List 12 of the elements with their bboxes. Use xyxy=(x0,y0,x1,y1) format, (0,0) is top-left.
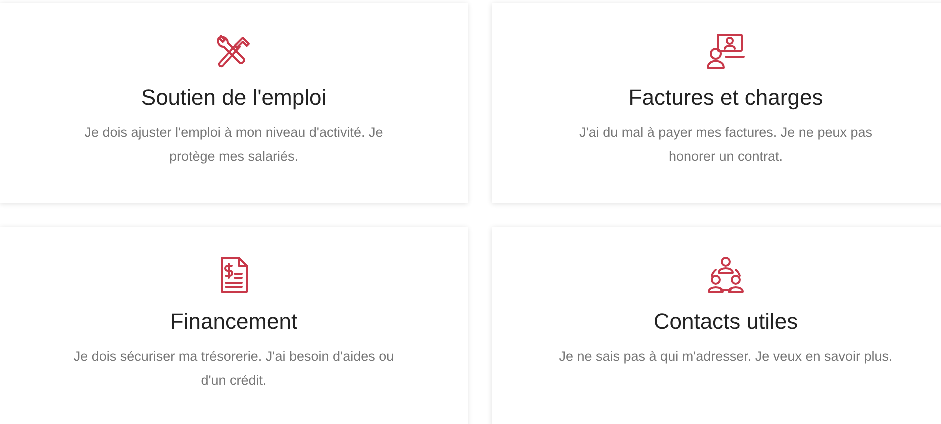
person-computer-icon xyxy=(706,32,746,70)
card-description: Je dois ajuster l'emploi à mon niveau d'activité. Je protège mes salariés. xyxy=(84,124,384,166)
card-title: Soutien de l'emploi xyxy=(141,84,327,112)
invoice-icon xyxy=(219,256,249,294)
card-description: Je dois sécuriser ma trésorerie. J'ai besoin d'aides ou d'un crédit. xyxy=(72,348,396,390)
card-title: Financement xyxy=(170,308,298,336)
card-title: Contacts utiles xyxy=(654,308,798,336)
card-description: J'ai du mal à payer mes factures. Je ne peux pas honorer un contrat. xyxy=(578,124,874,166)
group-icon xyxy=(706,256,746,294)
card-title: Factures et charges xyxy=(628,84,824,112)
card-description: Je ne sais pas à qui m'adresser. Je veux en savoir plus. xyxy=(558,348,894,366)
tools-icon xyxy=(215,32,253,70)
